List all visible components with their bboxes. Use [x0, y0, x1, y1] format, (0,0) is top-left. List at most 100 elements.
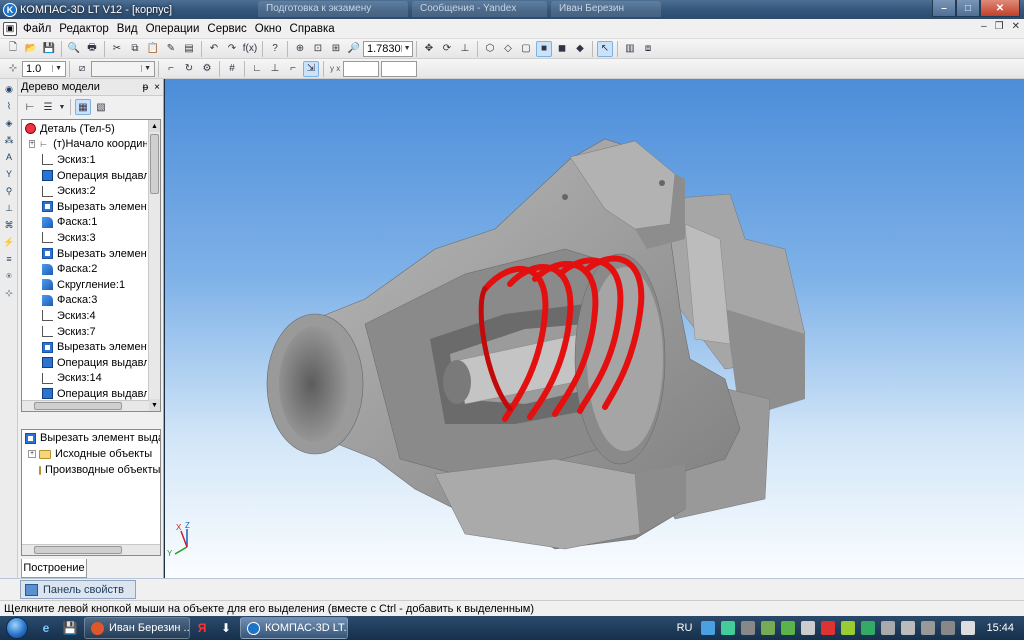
zoom-fit-icon[interactable]: ⊞ [328, 41, 344, 57]
arrays-icon[interactable]: ⁂ [2, 133, 16, 147]
doc-minimize-icon[interactable]: – [981, 21, 987, 32]
specification-icon[interactable]: ⊥ [2, 201, 16, 215]
tray-icon[interactable] [941, 621, 956, 635]
tree-item[interactable]: Скругление:1 [25, 277, 147, 293]
menu-edit[interactable]: Редактор [55, 21, 113, 37]
language-indicator[interactable]: RU [677, 622, 693, 634]
tree-horizontal-scrollbar[interactable] [22, 400, 149, 411]
internet-explorer-icon[interactable]: e [34, 617, 58, 639]
local-cs-icon[interactable]: ⌐ [163, 61, 179, 77]
tree-relations-icon[interactable]: ▧ [93, 99, 109, 115]
close-panel-icon[interactable]: × [154, 82, 160, 93]
shaded-edges-icon[interactable]: ◼ [554, 41, 570, 57]
background-window-tab[interactable]: Сообщения - Yandex [412, 1, 547, 17]
dimension-icon[interactable]: ⊹ [2, 286, 16, 300]
scroll-thumb[interactable] [34, 546, 122, 554]
ortho-icon[interactable]: ∟ [249, 61, 265, 77]
manager-icon[interactable]: ▥ [622, 41, 638, 57]
tree-item[interactable]: Операция выдавливания:1 [25, 168, 147, 184]
relations-item[interactable]: Вырезать элемент выдавливания [22, 430, 160, 446]
pan-icon[interactable]: ✥ [421, 41, 437, 57]
model-render[interactable]: Z X Y [165, 79, 1024, 578]
steam-icon[interactable] [741, 621, 756, 635]
tab-properties-panel[interactable]: Панель свойств [20, 580, 136, 599]
tab-build[interactable]: Построение [21, 559, 87, 578]
network-icon[interactable] [701, 621, 716, 635]
help-pointer-icon[interactable]: ? [267, 41, 283, 57]
perspective-icon[interactable]: ◆ [572, 41, 588, 57]
wireframe-icon[interactable]: ⬡ [482, 41, 498, 57]
menu-file[interactable]: Файл [19, 21, 55, 37]
library-icon[interactable]: ▤ [181, 41, 197, 57]
cursor-step-icon[interactable]: ⊹ [5, 61, 21, 77]
snap-icon[interactable]: ⊥ [267, 61, 283, 77]
tree-view-mode-icon[interactable]: ☰ [40, 99, 56, 115]
tree-item[interactable]: Операция выдавливания:2 [25, 355, 147, 371]
new-file-icon[interactable]: 🗋 [5, 41, 21, 57]
surfaces-icon[interactable]: ◈ [2, 116, 16, 130]
yandex-icon[interactable]: Я [190, 617, 214, 639]
tree-item[interactable]: Эскиз:3 [25, 230, 147, 246]
menu-help[interactable]: Справка [286, 21, 339, 37]
expand-icon[interactable]: + [28, 450, 36, 458]
scroll-up-icon[interactable]: ▲ [149, 120, 160, 132]
cursor-select-icon[interactable]: ↖ [597, 40, 613, 57]
background-window-tab[interactable]: Подготовка к экзамену [258, 1, 408, 17]
elements-icon[interactable]: ⚡ [2, 235, 16, 249]
coords-icon[interactable]: ⇲ [303, 60, 319, 77]
tree-item[interactable]: Фаска:3 [25, 293, 147, 309]
line-style-icon[interactable]: ⌐ [285, 61, 301, 77]
nvidia-icon[interactable] [841, 621, 856, 635]
background-window-tab[interactable]: Иван Березин [551, 1, 661, 17]
tree-item[interactable]: Фаска:2 [25, 261, 147, 277]
task-button-kompas[interactable]: КОМПАС-3D LT... [240, 617, 348, 639]
shaded-icon[interactable]: ■ [536, 40, 552, 57]
print-preview-icon[interactable]: 🔍 [66, 41, 82, 57]
task-button-browser[interactable]: Иван Березин ... [84, 617, 190, 639]
scroll-thumb[interactable] [34, 402, 122, 410]
update-icon[interactable] [721, 621, 736, 635]
scroll-down-icon[interactable]: ▼ [149, 399, 160, 411]
tree-split-icon[interactable]: ▦ [75, 99, 91, 115]
display-icon[interactable] [921, 621, 936, 635]
downloads-icon[interactable]: ⬇ [214, 617, 238, 639]
relations-horizontal-scrollbar[interactable] [22, 544, 160, 555]
menu-window[interactable]: Окно [251, 21, 286, 37]
tree-item[interactable]: Вырезать элемент выдавливания:1 [25, 199, 147, 215]
menu-operations[interactable]: Операции [142, 21, 204, 37]
zoom-scale-combo[interactable]: 1.7830 ▼ [363, 40, 413, 57]
volume-icon[interactable] [961, 621, 976, 635]
start-button[interactable] [0, 616, 34, 640]
properties-icon[interactable]: ✎ [163, 41, 179, 57]
tree-item[interactable]: Эскиз:4 [25, 308, 147, 324]
thin-lines-icon[interactable]: ▢ [518, 41, 534, 57]
grid-icon[interactable]: # [224, 61, 240, 77]
skype-icon[interactable] [861, 621, 876, 635]
antivirus-icon[interactable] [821, 621, 836, 635]
chevron-down-icon[interactable]: ▼ [58, 99, 66, 115]
copy-icon[interactable]: ⧉ [127, 41, 143, 57]
close-button[interactable]: ✕ [980, 0, 1020, 17]
tree-item[interactable]: Деталь (Тел-5) [25, 121, 147, 137]
clock[interactable]: 15:44 [978, 622, 1024, 634]
tree-item[interactable]: Эскиз:1 [25, 152, 147, 168]
step-combo[interactable]: 1.0 ▼ [22, 60, 66, 77]
save-disk-icon[interactable]: 💾 [58, 617, 82, 639]
paste-icon[interactable]: 📋 [145, 41, 161, 57]
tree-item[interactable]: Вырезать элемент выдавливания:2 [25, 246, 147, 262]
y-coordinate-field[interactable] [381, 60, 418, 77]
tree-structure-icon[interactable]: ⊢ [22, 99, 38, 115]
open-file-icon[interactable]: 📂 [23, 41, 39, 57]
app-tray-icon[interactable] [761, 621, 776, 635]
x-coordinate-field[interactable] [343, 60, 380, 77]
minimize-button[interactable]: – [932, 0, 956, 17]
function-icon[interactable]: f(x) [242, 41, 258, 57]
undo-icon[interactable]: ↶ [206, 41, 222, 57]
panels-icon[interactable]: ⧈ [640, 41, 656, 57]
expand-icon[interactable]: + [29, 140, 36, 149]
spatial-curves-icon[interactable]: ⌇ [2, 99, 16, 113]
reports-icon[interactable]: ⌘ [2, 218, 16, 232]
qip-icon[interactable] [781, 621, 796, 635]
3d-viewport[interactable]: Z X Y [165, 79, 1024, 578]
doc-restore-icon[interactable]: ❐ [995, 21, 1004, 32]
